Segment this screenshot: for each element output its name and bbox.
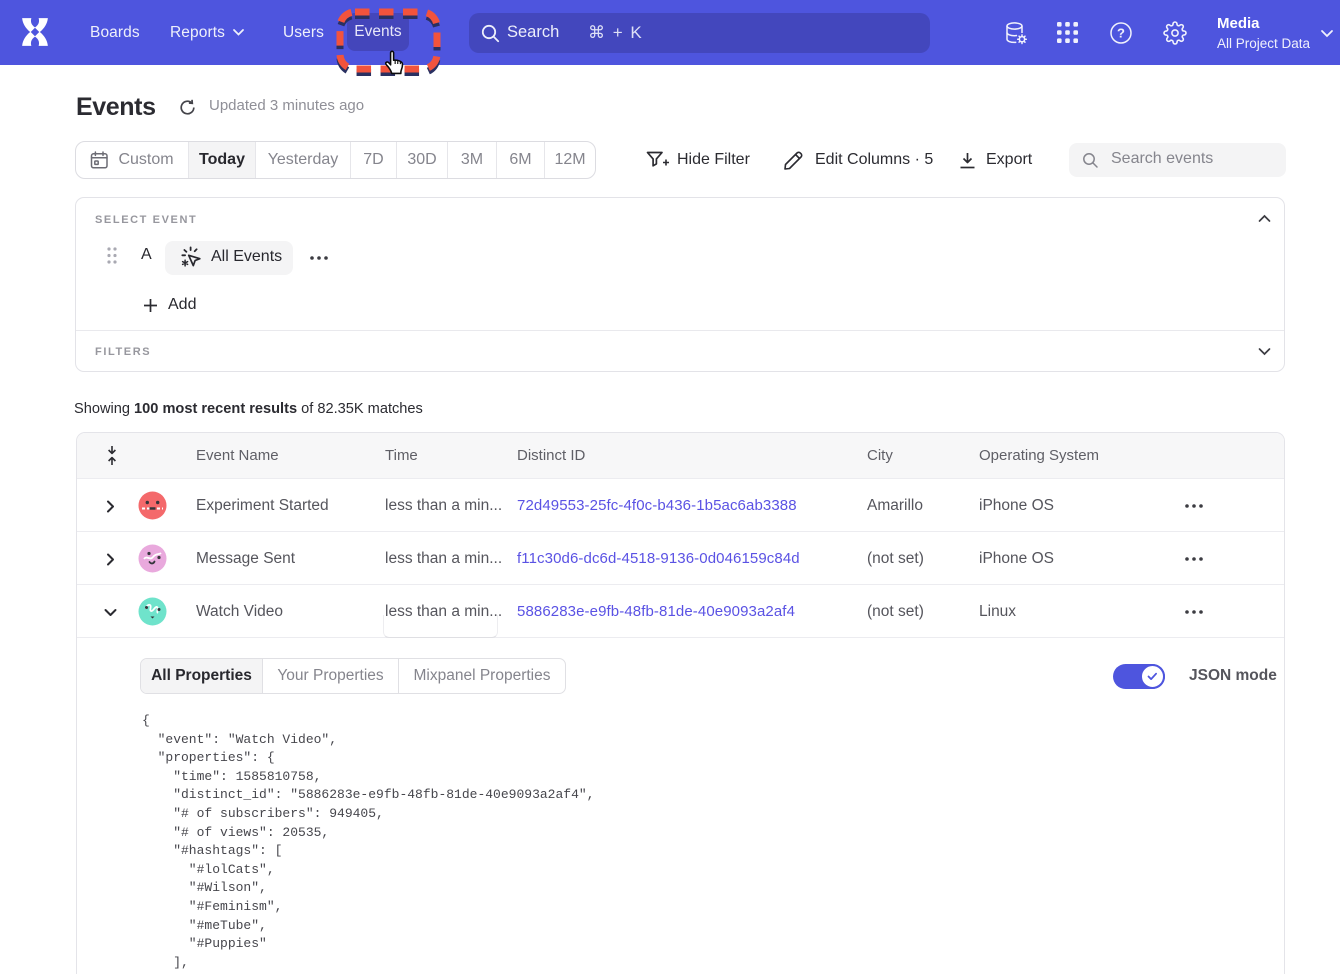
svg-text:?: ? [1117,26,1125,41]
